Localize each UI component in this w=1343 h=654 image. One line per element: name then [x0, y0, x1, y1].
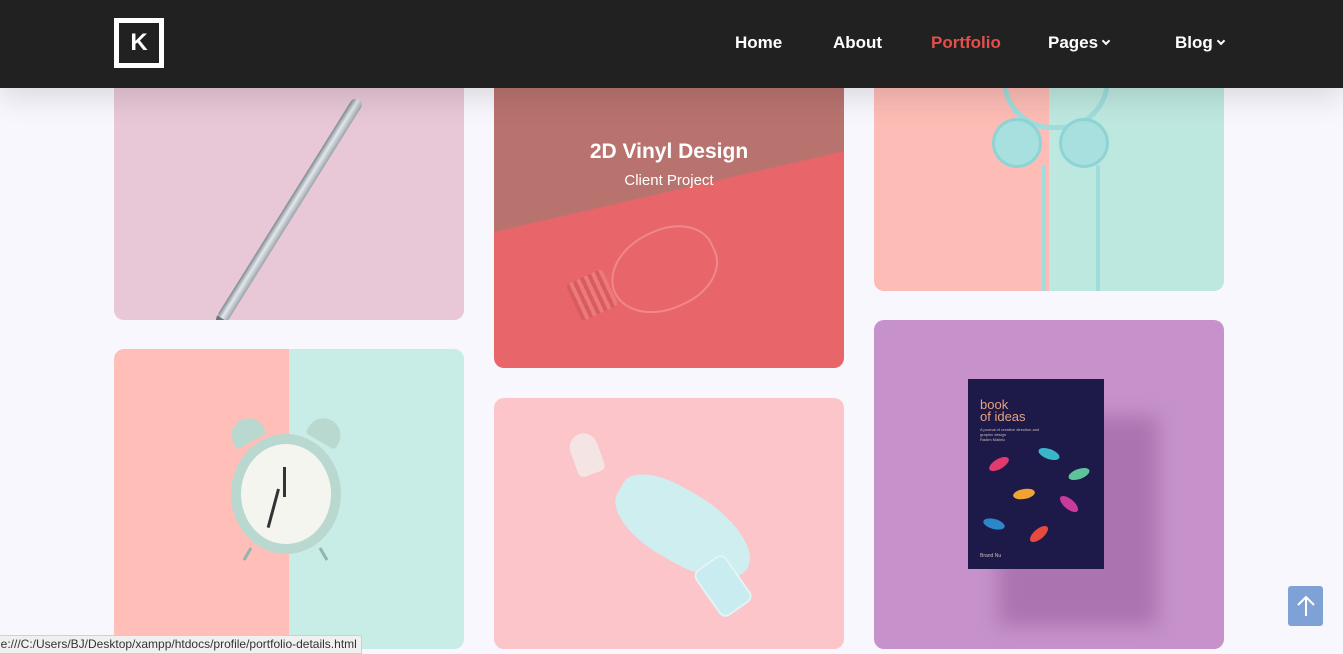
- hover-overlay: [494, 60, 844, 368]
- clock-face: [231, 434, 341, 554]
- clock-hour-hand: [283, 467, 286, 497]
- headphones-cup-left: [992, 118, 1042, 168]
- nav-about[interactable]: About: [833, 33, 882, 53]
- portfolio-item-alarm-clock[interactable]: [114, 349, 464, 649]
- chevron-down-icon: [1216, 36, 1226, 46]
- headphones-cable-left: [1042, 165, 1046, 291]
- book-art-petal: [1027, 523, 1051, 545]
- nav-home-label: Home: [735, 33, 783, 52]
- book-title-line2: of ideas: [980, 409, 1026, 424]
- nav-portfolio[interactable]: Portfolio: [931, 33, 1001, 53]
- portfolio-item-nail-polish[interactable]: [494, 398, 844, 649]
- logo-letter: K: [130, 29, 148, 56]
- headphones-cable-right: [1096, 165, 1100, 291]
- clock-leg-right: [318, 547, 329, 561]
- nav-blog[interactable]: Blog: [1175, 33, 1226, 53]
- site-header: K Home About Portfolio Pages Blog: [0, 0, 1343, 88]
- headphones-cup-right: [1059, 118, 1109, 168]
- portfolio-item-headphones[interactable]: [874, 60, 1224, 291]
- browser-status-url: file:///C:/Users/BJ/Desktop/xampp/htdocs…: [0, 635, 362, 654]
- nav-pages[interactable]: Pages: [1048, 33, 1111, 53]
- book-author: Radim Malinic: [980, 437, 1006, 442]
- portfolio-item-subtitle: Client Project: [624, 172, 714, 189]
- book-blurb-text: A journal of creative direction and grap…: [980, 427, 1040, 437]
- book-title: book of ideas: [980, 398, 1026, 424]
- book-art-petal: [986, 454, 1012, 474]
- polish-spill: [601, 460, 767, 596]
- scroll-to-top-button[interactable]: [1288, 586, 1323, 626]
- nav-home[interactable]: Home: [735, 33, 782, 53]
- clock-leg-left: [242, 547, 253, 561]
- book-publisher: Brand Nu: [980, 553, 1002, 559]
- book-art-petal: [1057, 493, 1081, 515]
- nav-portfolio-label: Portfolio: [931, 33, 1001, 52]
- book-blurb: A journal of creative direction and grap…: [980, 427, 1050, 442]
- book-art-petal: [1012, 487, 1036, 501]
- arrow-up-icon: [1296, 595, 1315, 616]
- book-cover: book of ideas A journal of creative dire…: [968, 379, 1104, 569]
- nav-about-label: About: [833, 33, 883, 52]
- site-logo[interactable]: K: [114, 18, 164, 68]
- portfolio-item-title: 2D Vinyl Design: [589, 140, 749, 163]
- portfolio-item-pen[interactable]: [114, 60, 464, 320]
- nav-pages-label: Pages: [1048, 33, 1099, 52]
- chevron-down-icon: [1101, 36, 1111, 46]
- book-art-petal: [1066, 465, 1092, 483]
- portfolio-item-vinyl-design[interactable]: 2D Vinyl Design Client Project: [494, 60, 844, 368]
- book-art-petal: [1036, 445, 1062, 463]
- nav-blog-label: Blog: [1175, 33, 1213, 52]
- book-art-petal: [982, 516, 1006, 532]
- portfolio-item-book[interactable]: book of ideas A journal of creative dire…: [874, 320, 1224, 649]
- polish-brush: [565, 429, 607, 479]
- pen-image: [206, 96, 364, 320]
